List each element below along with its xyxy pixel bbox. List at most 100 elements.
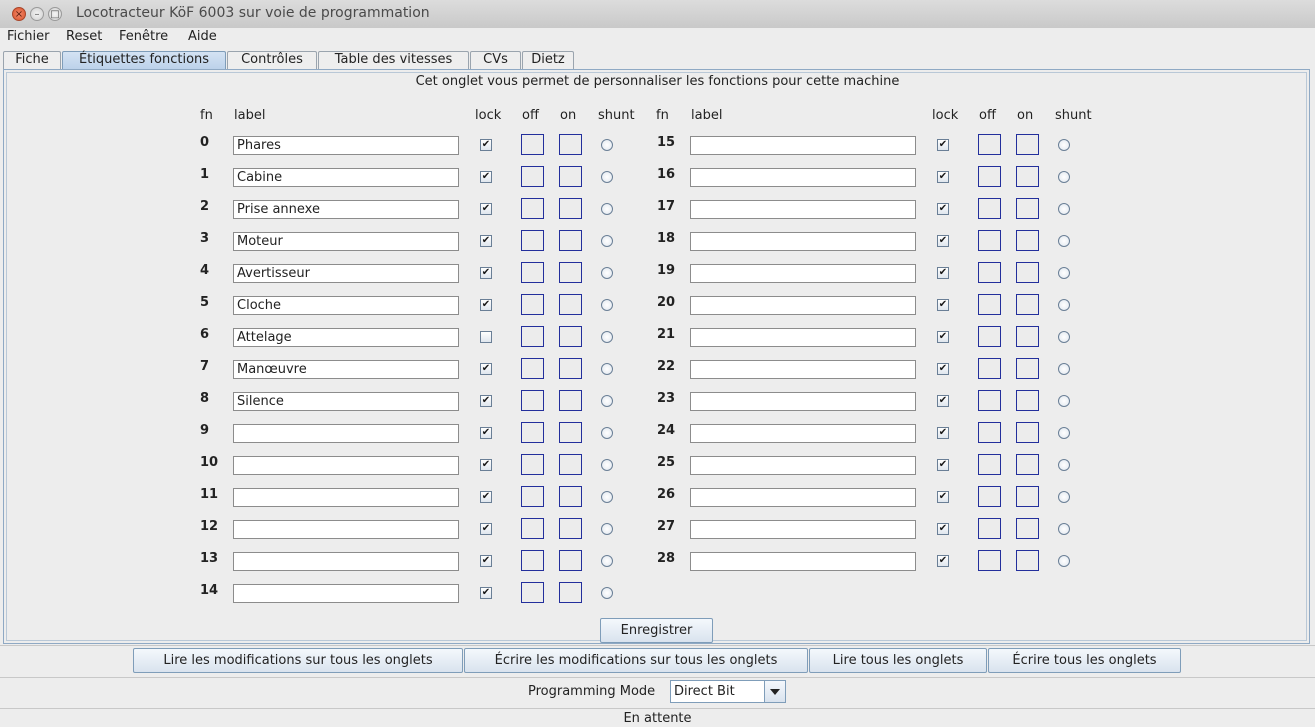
on-icon-button[interactable] — [559, 486, 582, 507]
on-icon-button[interactable] — [559, 134, 582, 155]
shunt-radio[interactable] — [601, 299, 613, 311]
on-icon-button[interactable] — [559, 454, 582, 475]
function-label-input[interactable] — [233, 168, 459, 187]
shunt-radio[interactable] — [601, 267, 613, 279]
lock-checkbox[interactable]: ✔ — [937, 491, 949, 503]
function-label-input[interactable] — [233, 200, 459, 219]
off-icon-button[interactable] — [978, 358, 1001, 379]
shunt-radio[interactable] — [1058, 491, 1070, 503]
shunt-radio[interactable] — [601, 203, 613, 215]
lock-checkbox[interactable]: ✔ — [480, 555, 492, 567]
lock-checkbox[interactable]: ✔ — [480, 139, 492, 151]
lock-checkbox[interactable] — [480, 331, 492, 343]
function-label-input[interactable] — [233, 136, 459, 155]
chevron-down-icon[interactable] — [764, 681, 785, 702]
on-icon-button[interactable] — [559, 422, 582, 443]
on-icon-button[interactable] — [1016, 134, 1039, 155]
function-label-input[interactable] — [233, 264, 459, 283]
lock-checkbox[interactable]: ✔ — [480, 299, 492, 311]
lock-checkbox[interactable]: ✔ — [937, 395, 949, 407]
lock-checkbox[interactable]: ✔ — [937, 235, 949, 247]
on-icon-button[interactable] — [559, 326, 582, 347]
on-icon-button[interactable] — [1016, 422, 1039, 443]
off-icon-button[interactable] — [978, 262, 1001, 283]
off-icon-button[interactable] — [521, 550, 544, 571]
function-label-input[interactable] — [690, 424, 916, 443]
off-icon-button[interactable] — [521, 486, 544, 507]
off-icon-button[interactable] — [521, 454, 544, 475]
function-label-input[interactable] — [233, 296, 459, 315]
shunt-radio[interactable] — [601, 587, 613, 599]
on-icon-button[interactable] — [559, 518, 582, 539]
lock-checkbox[interactable]: ✔ — [480, 363, 492, 375]
function-label-input[interactable] — [690, 552, 916, 571]
lock-checkbox[interactable]: ✔ — [480, 427, 492, 439]
function-label-input[interactable] — [233, 360, 459, 379]
shunt-radio[interactable] — [1058, 523, 1070, 535]
off-icon-button[interactable] — [521, 262, 544, 283]
off-icon-button[interactable] — [521, 422, 544, 443]
off-icon-button[interactable] — [521, 198, 544, 219]
function-label-input[interactable] — [690, 392, 916, 411]
on-icon-button[interactable] — [1016, 486, 1039, 507]
shunt-radio[interactable] — [1058, 299, 1070, 311]
off-icon-button[interactable] — [978, 134, 1001, 155]
shunt-radio[interactable] — [1058, 459, 1070, 471]
shunt-radio[interactable] — [1058, 171, 1070, 183]
off-icon-button[interactable] — [978, 454, 1001, 475]
function-label-input[interactable] — [690, 136, 916, 155]
function-label-input[interactable] — [690, 520, 916, 539]
function-label-input[interactable] — [233, 552, 459, 571]
on-icon-button[interactable] — [559, 230, 582, 251]
tab-cvs[interactable]: CVs — [470, 51, 521, 69]
off-icon-button[interactable] — [978, 390, 1001, 411]
maximize-window-button[interactable]: □ — [48, 7, 62, 21]
shunt-radio[interactable] — [601, 395, 613, 407]
function-label-input[interactable] — [690, 328, 916, 347]
off-icon-button[interactable] — [521, 518, 544, 539]
shunt-radio[interactable] — [1058, 203, 1070, 215]
shunt-radio[interactable] — [1058, 331, 1070, 343]
on-icon-button[interactable] — [1016, 390, 1039, 411]
off-icon-button[interactable] — [978, 422, 1001, 443]
function-label-input[interactable] — [233, 328, 459, 347]
write-changes-all-tabs-button[interactable]: Écrire les modifications sur tous les on… — [464, 648, 808, 673]
on-icon-button[interactable] — [1016, 326, 1039, 347]
lock-checkbox[interactable]: ✔ — [480, 267, 492, 279]
on-icon-button[interactable] — [1016, 294, 1039, 315]
shunt-radio[interactable] — [601, 555, 613, 567]
function-label-input[interactable] — [690, 456, 916, 475]
shunt-radio[interactable] — [601, 459, 613, 471]
off-icon-button[interactable] — [521, 326, 544, 347]
lock-checkbox[interactable]: ✔ — [937, 171, 949, 183]
on-icon-button[interactable] — [559, 358, 582, 379]
off-icon-button[interactable] — [978, 518, 1001, 539]
lock-checkbox[interactable]: ✔ — [937, 299, 949, 311]
write-all-tabs-button[interactable]: Écrire tous les onglets — [988, 648, 1181, 673]
lock-checkbox[interactable]: ✔ — [937, 139, 949, 151]
function-label-input[interactable] — [233, 232, 459, 251]
lock-checkbox[interactable]: ✔ — [937, 363, 949, 375]
tab-table-des-vitesses[interactable]: Table des vitesses — [318, 51, 469, 69]
shunt-radio[interactable] — [601, 491, 613, 503]
function-label-input[interactable] — [690, 232, 916, 251]
shunt-radio[interactable] — [601, 523, 613, 535]
lock-checkbox[interactable]: ✔ — [480, 459, 492, 471]
off-icon-button[interactable] — [978, 294, 1001, 315]
off-icon-button[interactable] — [521, 358, 544, 379]
lock-checkbox[interactable]: ✔ — [480, 171, 492, 183]
function-label-input[interactable] — [233, 584, 459, 603]
menu-reset[interactable]: Reset — [66, 29, 102, 44]
on-icon-button[interactable] — [1016, 518, 1039, 539]
shunt-radio[interactable] — [1058, 427, 1070, 439]
menu-fichier[interactable]: Fichier — [7, 29, 50, 44]
programming-mode-select[interactable]: Direct Bit — [670, 680, 786, 703]
off-icon-button[interactable] — [978, 550, 1001, 571]
on-icon-button[interactable] — [559, 550, 582, 571]
on-icon-button[interactable] — [559, 262, 582, 283]
on-icon-button[interactable] — [1016, 358, 1039, 379]
close-window-button[interactable]: × — [12, 7, 26, 21]
read-all-tabs-button[interactable]: Lire tous les onglets — [809, 648, 987, 673]
off-icon-button[interactable] — [978, 326, 1001, 347]
tab-fiche[interactable]: Fiche — [3, 51, 61, 69]
